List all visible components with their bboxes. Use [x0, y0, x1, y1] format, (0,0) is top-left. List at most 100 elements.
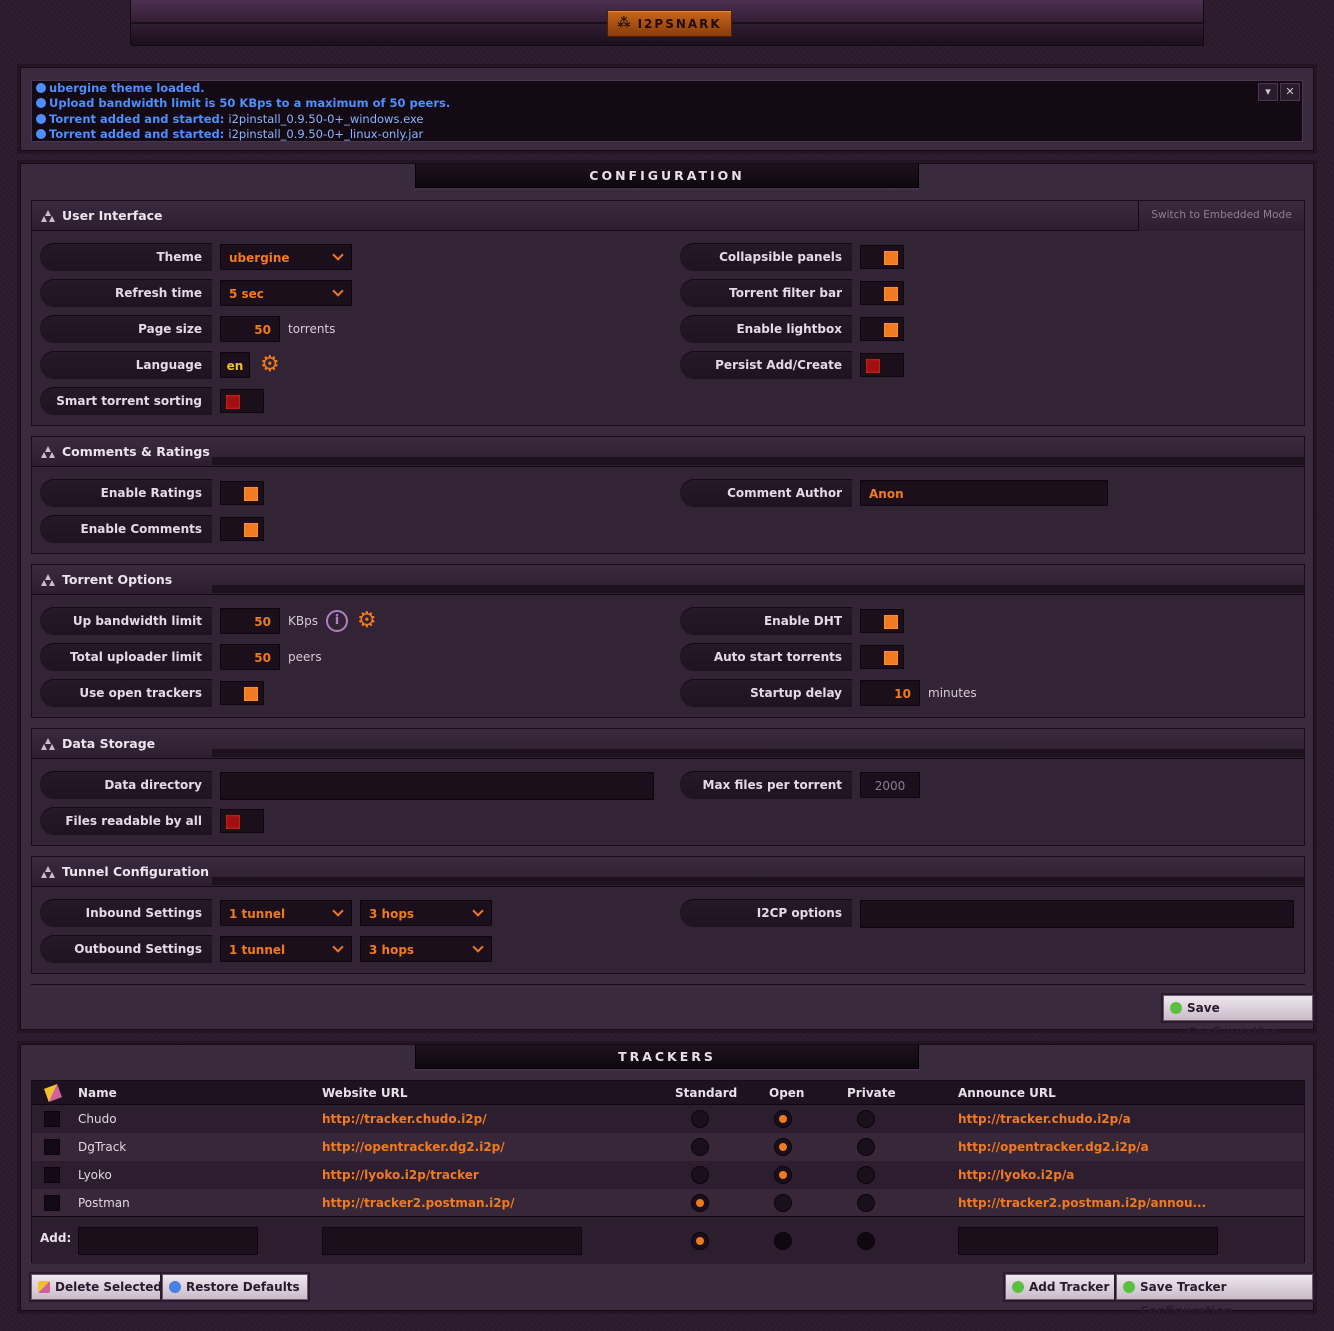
- lightbox-label: Enable lightbox: [680, 315, 852, 343]
- autostart-toggle[interactable]: [860, 645, 904, 669]
- standard-radio[interactable]: [691, 1194, 709, 1212]
- new-tracker-website-input[interactable]: [322, 1227, 582, 1255]
- uploaders-label: Total uploader limit: [40, 643, 212, 671]
- new-tracker-name-input[interactable]: [78, 1227, 258, 1255]
- data-storage-section: Data Storage Data directory Files readab…: [31, 728, 1305, 846]
- open-radio[interactable]: [774, 1232, 792, 1250]
- row-checkbox[interactable]: [44, 1195, 60, 1211]
- row-checkbox[interactable]: [44, 1167, 60, 1183]
- chevron-down-icon: [332, 285, 344, 297]
- comments-section: Comments & Ratings Enable Ratings Enable…: [31, 436, 1305, 554]
- theme-select[interactable]: ubergine: [220, 244, 352, 270]
- tracker-announce-link[interactable]: http://tracker.chudo.i2p/a: [958, 1105, 1131, 1133]
- expand-messages-button[interactable]: ▾: [1258, 83, 1278, 101]
- private-radio[interactable]: [857, 1232, 875, 1250]
- save-tracker-configuration-button[interactable]: Save Tracker Configuration: [1116, 1274, 1313, 1318]
- clear-messages-button[interactable]: ✕: [1280, 83, 1300, 101]
- startup-delay-input[interactable]: 10: [860, 680, 920, 706]
- section-toggle-icon: [41, 210, 55, 222]
- page-size-input[interactable]: 50: [220, 316, 280, 342]
- private-radio[interactable]: [857, 1138, 875, 1156]
- comments-label: Enable Comments: [40, 515, 212, 543]
- up-bandwidth-input[interactable]: 50: [220, 608, 280, 634]
- section-toggle-icon: [41, 866, 55, 878]
- ratings-label: Enable Ratings: [40, 479, 212, 507]
- row-checkbox[interactable]: [44, 1139, 60, 1155]
- ratings-toggle[interactable]: [220, 481, 264, 505]
- tracker-announce-link[interactable]: http://tracker2.postman.i2p/annou...: [958, 1189, 1206, 1217]
- outbound-tunnels-select[interactable]: 1 tunnel: [220, 936, 352, 962]
- standard-radio[interactable]: [691, 1110, 709, 1128]
- smart-sort-toggle[interactable]: [220, 389, 264, 413]
- tracker-announce-link[interactable]: http://opentracker.dg2.i2p/a: [958, 1133, 1149, 1161]
- filter-bar-label: Torrent filter bar: [680, 279, 852, 307]
- private-radio[interactable]: [857, 1110, 875, 1128]
- page-size-label: Page size: [40, 315, 212, 343]
- lightbox-toggle[interactable]: [860, 317, 904, 341]
- inbound-tunnels-select[interactable]: 1 tunnel: [220, 900, 352, 926]
- message-line: Torrent added and started: i2pinstall_0.…: [32, 112, 1302, 127]
- chevron-down-icon: [332, 905, 344, 917]
- section-toggle-icon: [41, 738, 55, 750]
- standard-radio[interactable]: [691, 1232, 709, 1250]
- inbound-hops-select[interactable]: 3 hops: [360, 900, 492, 926]
- embedded-mode-button[interactable]: Switch to Embedded Mode: [1138, 201, 1304, 231]
- plus-icon: [1012, 1281, 1024, 1293]
- language-value[interactable]: en: [220, 352, 250, 378]
- tracker-announce-link[interactable]: http://lyoko.i2p/a: [958, 1161, 1074, 1189]
- section-header[interactable]: Torrent Options: [32, 565, 1304, 595]
- info-icon[interactable]: i: [326, 610, 348, 632]
- standard-radio[interactable]: [691, 1166, 709, 1184]
- section-title: Comments & Ratings: [62, 444, 210, 459]
- section-header[interactable]: User Interface Switch to Embedded Mode: [32, 201, 1304, 231]
- section-header[interactable]: Comments & Ratings: [32, 437, 1304, 467]
- private-radio[interactable]: [857, 1194, 875, 1212]
- autostart-label: Auto start torrents: [680, 643, 852, 671]
- dht-toggle[interactable]: [860, 609, 904, 633]
- row-checkbox[interactable]: [44, 1111, 60, 1127]
- open-radio[interactable]: [774, 1138, 792, 1156]
- app-logo-label: I2PSNARK: [637, 16, 722, 31]
- gear-icon[interactable]: ⚙: [260, 354, 282, 376]
- tracker-website-link[interactable]: http://opentracker.dg2.i2p/: [322, 1133, 505, 1161]
- user-interface-section: User Interface Switch to Embedded Mode T…: [31, 200, 1305, 426]
- column-website: Website URL: [322, 1086, 408, 1100]
- max-files-label: Max files per torrent: [680, 771, 852, 799]
- uploaders-unit: peers: [288, 650, 322, 664]
- new-tracker-announce-input[interactable]: [958, 1227, 1218, 1255]
- gear-icon[interactable]: ⚙: [357, 610, 379, 632]
- filter-bar-toggle[interactable]: [860, 281, 904, 305]
- open-radio[interactable]: [774, 1110, 792, 1128]
- data-dir-input[interactable]: [220, 772, 654, 800]
- section-header[interactable]: Data Storage: [32, 729, 1304, 759]
- readable-toggle[interactable]: [220, 809, 264, 833]
- private-radio[interactable]: [857, 1166, 875, 1184]
- author-input[interactable]: Anon: [860, 480, 1108, 506]
- tracker-website-link[interactable]: http://lyoko.i2p/tracker: [322, 1161, 479, 1189]
- open-trackers-toggle[interactable]: [220, 681, 264, 705]
- collapsible-toggle[interactable]: [860, 245, 904, 269]
- section-header[interactable]: Tunnel Configuration: [32, 857, 1304, 887]
- max-files-input[interactable]: 2000: [860, 772, 920, 798]
- save-configuration-button[interactable]: Save Configuration: [1163, 995, 1313, 1039]
- collapsible-label: Collapsible panels: [680, 243, 852, 271]
- i2cp-input[interactable]: [860, 900, 1294, 928]
- tracker-website-link[interactable]: http://tracker.chudo.i2p/: [322, 1105, 487, 1133]
- data-dir-label: Data directory: [40, 771, 212, 799]
- outbound-hops-select[interactable]: 3 hops: [360, 936, 492, 962]
- tracker-website-link[interactable]: http://tracker2.postman.i2p/: [322, 1189, 515, 1217]
- app-logo-button[interactable]: ⁂ I2PSNARK: [607, 10, 732, 37]
- add-tracker-button[interactable]: Add Tracker: [1005, 1274, 1118, 1300]
- tracker-name: Postman: [78, 1196, 130, 1210]
- restore-defaults-button[interactable]: Restore Defaults: [162, 1274, 308, 1300]
- uploaders-input[interactable]: 50: [220, 644, 280, 670]
- standard-radio[interactable]: [691, 1138, 709, 1156]
- column-private: Private: [847, 1086, 896, 1100]
- delete-selected-button[interactable]: Delete Selected: [31, 1274, 171, 1300]
- comments-toggle[interactable]: [220, 517, 264, 541]
- open-radio[interactable]: [774, 1166, 792, 1184]
- table-row: Lyoko http://lyoko.i2p/tracker http://ly…: [32, 1161, 1304, 1189]
- refresh-select[interactable]: 5 sec: [220, 280, 352, 306]
- open-radio[interactable]: [774, 1194, 792, 1212]
- persist-toggle[interactable]: [860, 353, 904, 377]
